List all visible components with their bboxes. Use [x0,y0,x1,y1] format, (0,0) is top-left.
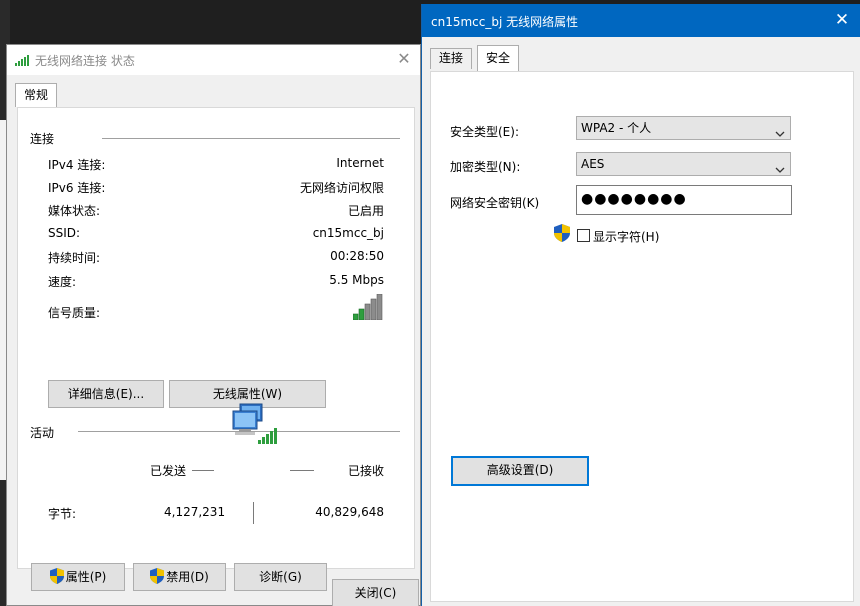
wireless-status-dialog: 无线网络连接 状态 ✕ 常规 连接 IPv4 连接: Internet IPv6… [6,44,421,606]
duration-value: 00:28:50 [330,249,384,263]
speed-value: 5.5 Mbps [329,273,384,287]
encryption-type-value: AES [581,157,605,171]
security-panel: 安全类型(E): WPA2 - 个人 加密类型(N): AES 网络安全密钥(K… [430,71,854,602]
bytes-label: 字节: [48,507,77,521]
tab-security[interactable]: 安全 [477,45,520,72]
ipv6-value: 无网络访问权限 [299,181,384,195]
uac-shield-icon [150,568,165,584]
speed-label: 速度: [48,275,77,289]
status-close-icon[interactable]: ✕ [394,49,414,69]
ssid-value: cn15mcc_bj [312,226,384,240]
props-titlebar: cn15mcc_bj 无线网络属性 ✕ [422,4,860,37]
show-characters-label[interactable]: 显示字符(H) [593,228,659,245]
media-state-value: 已启用 [347,204,384,218]
close-button-label: 关闭(C) [354,586,397,600]
network-computers-icon [230,402,282,448]
activity-section-heading: 活动 [30,426,55,440]
signal-strength-icon [352,293,385,321]
bytes-sent-value: 4,127,231 [164,505,226,519]
uac-shield-icon [554,224,570,242]
props-close-icon[interactable]: ✕ [832,10,852,30]
uac-shield-icon [49,568,64,584]
bytes-received-value: 40,829,648 [315,505,384,519]
ipv4-value: Internet [336,156,384,170]
chevron-down-icon [775,124,785,137]
diagnose-button-label: 诊断(G) [259,570,302,584]
ssid-label: SSID: [48,226,81,240]
connection-section-heading: 连接 [30,132,55,146]
properties-button-label: 属性(P) [65,570,107,584]
ipv4-label: IPv4 连接: [48,158,106,172]
security-type-label: 安全类型(E): [450,125,519,139]
show-characters-checkbox[interactable] [577,229,590,242]
disable-button-label: 禁用(D) [166,570,209,584]
diagnose-button[interactable]: 诊断(G) [234,563,327,591]
duration-label: 持续时间: [48,251,101,265]
network-key-input[interactable]: ●●●●●●●● [576,185,792,215]
close-button[interactable]: 关闭(C) [332,579,419,606]
status-window-title: 无线网络连接 状态 [35,54,135,68]
network-key-masked-value: ●●●●●●●● [581,191,687,207]
tab-connection-label: 连接 [439,51,464,65]
received-dash [290,470,314,471]
details-button[interactable]: 详细信息(E)... [48,380,164,408]
status-titlebar: 无线网络连接 状态 ✕ [7,45,420,75]
tab-general[interactable]: 常规 [15,83,58,107]
connection-divider [102,138,400,139]
tab-general-label: 常规 [24,88,49,102]
properties-button[interactable]: 属性(P) [31,563,125,591]
chevron-down-icon [775,160,785,173]
wifi-signal-icon [15,54,31,66]
media-state-label: 媒体状态: [48,204,101,218]
details-button-label: 详细信息(E)... [67,387,145,401]
advanced-settings-button[interactable]: 高级设置(D) [451,456,589,486]
security-type-value: WPA2 - 个人 [581,121,652,135]
bytes-separator [253,502,254,524]
encryption-type-select[interactable]: AES [576,152,791,176]
network-key-label: 网络安全密钥(K) [450,196,540,210]
signal-quality-label: 信号质量: [48,306,101,320]
sent-dash [192,470,214,471]
sent-label: 已发送 [150,464,187,478]
wireless-properties-button-label: 无线属性(W) [212,387,283,401]
tab-connection[interactable]: 连接 [430,48,473,69]
wireless-properties-dialog: cn15mcc_bj 无线网络属性 ✕ 连接 安全 安全类型(E): WPA2 … [421,4,860,606]
encryption-type-label: 加密类型(N): [450,160,521,174]
advanced-settings-button-label: 高级设置(D) [486,463,554,477]
security-type-select[interactable]: WPA2 - 个人 [576,116,791,140]
tab-security-label: 安全 [486,51,511,65]
status-panel: 连接 IPv4 连接: Internet IPv6 连接: 无网络访问权限 媒体… [17,107,415,591]
ipv6-label: IPv6 连接: [48,181,106,195]
props-window-title: cn15mcc_bj 无线网络属性 [431,15,579,29]
disable-button[interactable]: 禁用(D) [133,563,226,591]
received-label: 已接收 [348,464,385,478]
